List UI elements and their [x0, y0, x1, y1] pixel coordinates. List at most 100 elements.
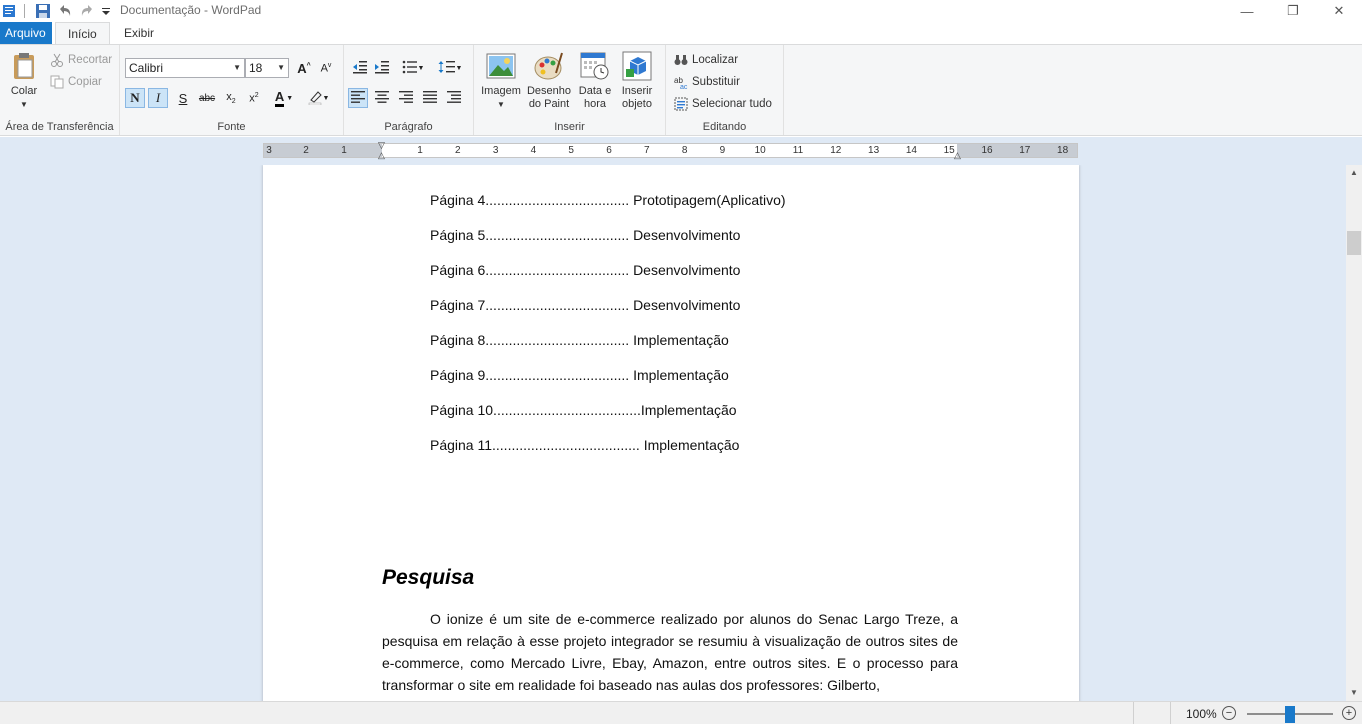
document-page[interactable]: Página 4................................… [263, 165, 1079, 701]
ruler-number: 3 [266, 145, 272, 156]
line-spacing-button[interactable]: ▼ [436, 58, 464, 78]
undo-icon[interactable] [57, 3, 73, 19]
save-icon[interactable] [35, 3, 51, 19]
insert-image-button[interactable]: Imagem ▼ [480, 51, 522, 111]
copy-button[interactable]: Copiar [50, 75, 102, 89]
subscript-button[interactable]: x2 [221, 88, 241, 108]
align-left-button[interactable] [348, 88, 368, 108]
wordpad-app-icon[interactable] [2, 3, 18, 19]
vertical-scrollbar[interactable]: ▲ ▼ [1346, 165, 1362, 701]
tab-view[interactable]: Exibir [112, 22, 166, 44]
highlight-dropdown-icon[interactable]: ▼ [323, 95, 330, 102]
status-bar: 100% − + [0, 701, 1362, 724]
date-time-button[interactable]: Data e hora [576, 51, 614, 111]
paste-icon [9, 51, 39, 81]
insert-image-dropdown-icon[interactable]: ▼ [480, 98, 522, 111]
increase-indent-icon [374, 60, 390, 77]
paste-dropdown-icon[interactable]: ▼ [6, 98, 42, 111]
ruler-left-margin [264, 144, 382, 157]
font-size-dropdown-icon[interactable]: ▼ [277, 63, 285, 72]
align-center-button[interactable] [372, 88, 392, 108]
ruler-number: 2 [303, 145, 309, 156]
align-right-button[interactable] [396, 88, 416, 108]
font-family-combo[interactable]: Calibri ▼ [125, 58, 245, 78]
zoom-in-icon[interactable]: + [1342, 706, 1356, 720]
replace-button[interactable]: ab ac Substituir [674, 75, 740, 91]
close-button[interactable]: ✕ [1316, 0, 1362, 22]
paste-button[interactable]: Colar ▼ [6, 51, 42, 111]
minimize-button[interactable]: — [1224, 0, 1270, 22]
tab-home[interactable]: Início [55, 22, 110, 45]
scroll-up-icon[interactable]: ▲ [1346, 165, 1362, 181]
justify-button[interactable] [420, 88, 440, 108]
ruler-number: 18 [1057, 145, 1069, 156]
maximize-button[interactable]: ❐ [1270, 0, 1316, 22]
right-indent-marker[interactable]: △ [954, 150, 961, 161]
font-size-combo[interactable]: 18 ▼ [245, 58, 289, 78]
redo-icon[interactable] [79, 3, 95, 19]
object-icon [622, 51, 652, 81]
ruler-number: 10 [754, 145, 766, 156]
horizontal-ruler[interactable]: 3 2 1 1 2 3 4 5 6 7 8 9 10 11 12 13 14 15 16 17 18 ▽ △ △ [263, 140, 1078, 161]
zoom-out-icon[interactable]: − [1222, 706, 1236, 720]
replace-label: Substituir [692, 76, 740, 88]
paint-drawing-button[interactable]: Desenho do Paint [524, 51, 574, 111]
toc-line: Página 8................................… [430, 332, 729, 348]
editing-group-label: Editando [702, 121, 747, 133]
select-all-icon [674, 97, 688, 111]
italic-button[interactable]: I [148, 88, 168, 108]
paragraph-settings-button[interactable] [444, 88, 464, 108]
cut-button[interactable]: Recortar [50, 53, 112, 67]
insert-object-button[interactable]: Inserir objeto [617, 51, 657, 111]
superscript-button[interactable]: x2 [244, 88, 264, 108]
font-group-label: Fonte [217, 121, 246, 133]
bold-button[interactable]: N [125, 88, 145, 108]
document-area[interactable]: Página 4................................… [0, 165, 1346, 701]
title-bar: Documentação - WordPad — ❐ ✕ [0, 0, 1362, 22]
increase-indent-button[interactable] [372, 58, 392, 78]
zoom-level: 100% [1186, 707, 1217, 721]
font-color-dropdown-icon[interactable]: ▼ [286, 95, 293, 102]
insert-group: Imagem ▼ Desenho do Paint Data e hora In… [474, 45, 666, 135]
zoom-slider-thumb[interactable] [1285, 706, 1295, 723]
scrollbar-thumb[interactable] [1347, 231, 1361, 255]
grow-font-button[interactable]: A^ [294, 58, 314, 78]
tab-file[interactable]: Arquivo [0, 22, 52, 44]
font-color-button[interactable]: A ▼ [270, 88, 298, 108]
decrease-indent-button[interactable] [350, 58, 370, 78]
clipboard-group-label: Área de Transferência [5, 121, 114, 133]
align-left-icon [351, 90, 365, 106]
ribbon: Colar ▼ Recortar Copiar Área de Transfer… [0, 44, 1362, 136]
insert-image-label: Imagem [481, 85, 521, 97]
line-spacing-dropdown-icon[interactable]: ▼ [456, 65, 463, 72]
shrink-font-icon: Av [320, 61, 332, 75]
align-center-icon [375, 90, 389, 106]
scroll-down-icon[interactable]: ▼ [1346, 685, 1362, 701]
strikethrough-button[interactable]: abc [197, 88, 217, 108]
grow-font-icon: A^ [297, 60, 311, 76]
highlight-button[interactable]: ▼ [304, 88, 332, 108]
font-family-dropdown-icon[interactable]: ▼ [233, 63, 241, 72]
select-all-button[interactable]: Selecionar tudo [674, 97, 772, 111]
find-button[interactable]: Localizar [674, 53, 738, 67]
paint-drawing-label-1: Desenho [526, 85, 572, 97]
font-color-icon: A [274, 89, 285, 107]
copy-icon [50, 75, 64, 89]
ribbon-tabs: Arquivo Início Exibir ︿ ? [0, 22, 1362, 63]
align-right-icon [399, 90, 413, 106]
customize-toolbar-icon[interactable] [101, 3, 111, 19]
ruler-number: 12 [830, 145, 842, 156]
hanging-indent-marker[interactable]: △ [378, 150, 385, 161]
quick-access-toolbar [2, 2, 117, 20]
line-spacing-icon [438, 60, 456, 77]
underline-button[interactable]: S [173, 88, 193, 108]
shrink-font-button[interactable]: Av [316, 58, 336, 78]
bullet-list-button[interactable]: ▼ [398, 58, 428, 78]
bullet-list-dropdown-icon[interactable]: ▼ [418, 65, 425, 72]
ruler-number: 7 [644, 145, 650, 156]
paste-label: Colar [10, 85, 38, 97]
paint-drawing-label-2: do Paint [528, 98, 570, 110]
insert-group-label: Inserir [554, 121, 585, 133]
highlighter-icon [307, 89, 323, 108]
decrease-indent-icon [352, 60, 368, 77]
